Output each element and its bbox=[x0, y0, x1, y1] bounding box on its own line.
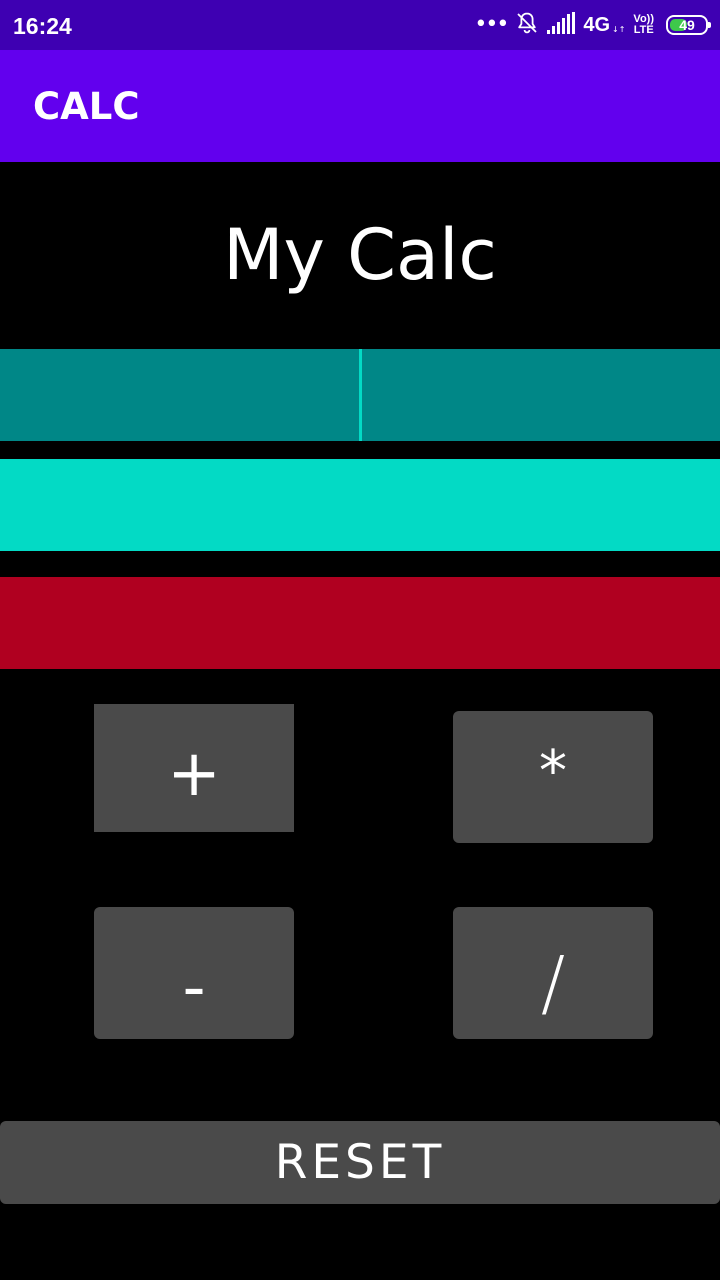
bell-off-icon bbox=[515, 11, 539, 39]
volte-bottom: LTE bbox=[633, 24, 654, 36]
divide-button[interactable]: / bbox=[453, 907, 653, 1039]
battery-level: 49 bbox=[679, 17, 695, 33]
subtract-button[interactable]: - bbox=[94, 907, 294, 1039]
reset-button[interactable]: RESET bbox=[0, 1121, 720, 1204]
battery-tip bbox=[708, 22, 711, 28]
volte-icon: Vo)) LTE bbox=[633, 14, 654, 36]
result-display bbox=[0, 577, 720, 669]
battery-icon: 49 bbox=[666, 15, 711, 35]
multiply-button[interactable]: * bbox=[453, 711, 653, 843]
status-icons: ••• 4G ↓↑ Vo)) LTE 49 bbox=[474, 10, 711, 40]
add-button[interactable]: + bbox=[94, 704, 294, 832]
app-title: CALC bbox=[33, 85, 140, 128]
app-bar: CALC bbox=[0, 50, 720, 162]
network-activity-icon: ↓↑ bbox=[612, 24, 626, 34]
network-type: 4G bbox=[583, 13, 611, 36]
second-number-input[interactable] bbox=[0, 459, 720, 551]
signal-bars-icon bbox=[547, 12, 576, 38]
status-time: 16:24 bbox=[13, 13, 72, 39]
more-dots-icon: ••• bbox=[474, 12, 509, 37]
text-cursor bbox=[359, 349, 362, 441]
page-heading: My Calc bbox=[223, 214, 497, 296]
status-bar: 16:24 ••• 4G ↓↑ Vo)) LTE 49 bbox=[0, 0, 720, 50]
